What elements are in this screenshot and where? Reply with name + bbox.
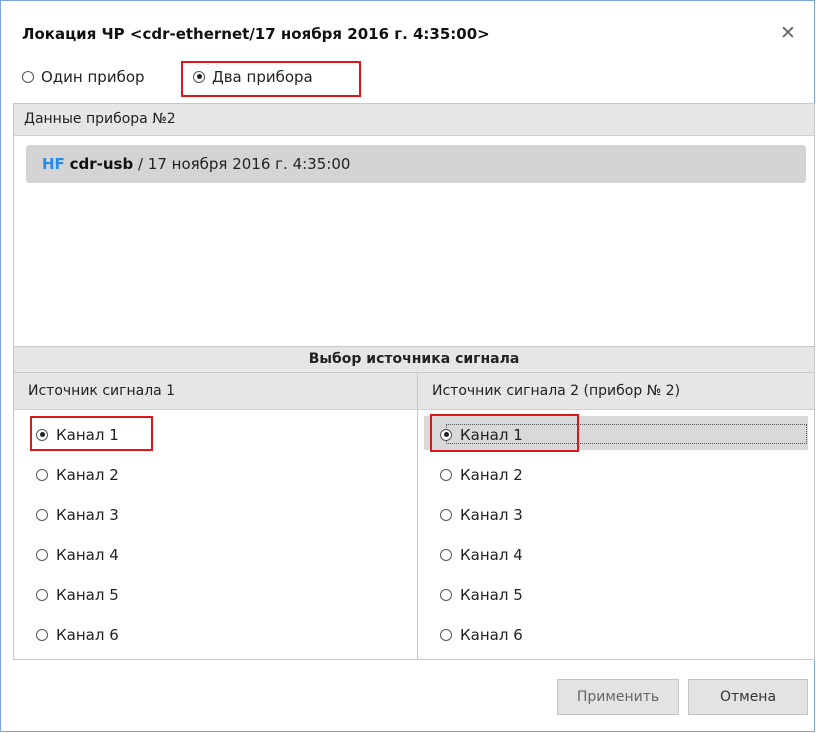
signal-source-1-panel: Источник сигнала 1 Канал 1 Канал 2 Канал… xyxy=(13,372,418,660)
source1-channel-3[interactable]: Канал 3 xyxy=(36,504,119,524)
channel-label: Канал 4 xyxy=(460,545,523,564)
source2-channel-4[interactable]: Канал 4 xyxy=(440,544,523,564)
channel-label: Канал 2 xyxy=(56,465,119,484)
device-type-tag: HF xyxy=(42,155,65,173)
dialog-titlebar: Локация ЧР <cdr-ethernet/17 ноября 2016 … xyxy=(1,1,814,59)
channel-label: Канал 3 xyxy=(56,505,119,524)
signal-source-2-panel: Источник сигнала 2 (прибор № 2) Канал 1 … xyxy=(418,372,815,660)
radio-icon xyxy=(440,468,452,481)
device-name: cdr-usb xyxy=(69,155,134,173)
source2-channel-3[interactable]: Канал 3 xyxy=(440,504,523,524)
mode-one-device[interactable]: Один прибор xyxy=(22,67,145,86)
signal-source-2-header: Источник сигнала 2 (прибор № 2) xyxy=(418,373,814,410)
radio-icon xyxy=(36,628,48,641)
close-icon[interactable]: ✕ xyxy=(778,23,798,43)
device-mode-row: Один прибор Два прибора xyxy=(1,61,814,97)
channel-label: Канал 2 xyxy=(460,465,523,484)
dialog-title: Локация ЧР <cdr-ethernet/17 ноября 2016 … xyxy=(22,25,490,43)
radio-icon xyxy=(22,70,34,83)
channel-label: Канал 5 xyxy=(460,585,523,604)
mode-one-device-label: Один прибор xyxy=(41,67,145,86)
highlight-box-source1 xyxy=(30,416,153,451)
source1-channel-4[interactable]: Канал 4 xyxy=(36,544,119,564)
location-dialog: Локация ЧР <cdr-ethernet/17 ноября 2016 … xyxy=(0,0,815,732)
channel-label: Канал 3 xyxy=(460,505,523,524)
radio-icon xyxy=(36,548,48,561)
radio-icon xyxy=(36,508,48,521)
device-date: / 17 ноября 2016 г. 4:35:00 xyxy=(133,155,351,173)
device-data-header: Данные прибора №2 xyxy=(14,104,814,136)
source1-channel-2[interactable]: Канал 2 xyxy=(36,464,119,484)
channel-label: Канал 6 xyxy=(56,625,119,644)
highlight-box-mode xyxy=(181,61,361,97)
highlight-box-source2 xyxy=(430,414,579,452)
radio-icon xyxy=(440,588,452,601)
signal-source-1-header: Источник сигнала 1 xyxy=(14,373,417,410)
radio-icon xyxy=(36,588,48,601)
signal-source-title: Выбор источника сигнала xyxy=(13,347,815,372)
source2-channel-2[interactable]: Канал 2 xyxy=(440,464,523,484)
radio-icon xyxy=(440,508,452,521)
apply-button[interactable]: Применить xyxy=(557,679,679,715)
source1-channel-6[interactable]: Канал 6 xyxy=(36,624,119,644)
cancel-button[interactable]: Отмена xyxy=(688,679,808,715)
radio-icon xyxy=(440,548,452,561)
device-list-item[interactable]: HF cdr-usb / 17 ноября 2016 г. 4:35:00 xyxy=(26,145,806,183)
radio-icon xyxy=(440,628,452,641)
source1-channel-5[interactable]: Канал 5 xyxy=(36,584,119,604)
channel-label: Канал 6 xyxy=(460,625,523,644)
device-data-panel: Данные прибора №2 HF cdr-usb / 17 ноября… xyxy=(13,103,815,347)
channel-label: Канал 4 xyxy=(56,545,119,564)
source2-channel-5[interactable]: Канал 5 xyxy=(440,584,523,604)
channel-label: Канал 5 xyxy=(56,585,119,604)
radio-icon xyxy=(36,468,48,481)
source2-channel-6[interactable]: Канал 6 xyxy=(440,624,523,644)
